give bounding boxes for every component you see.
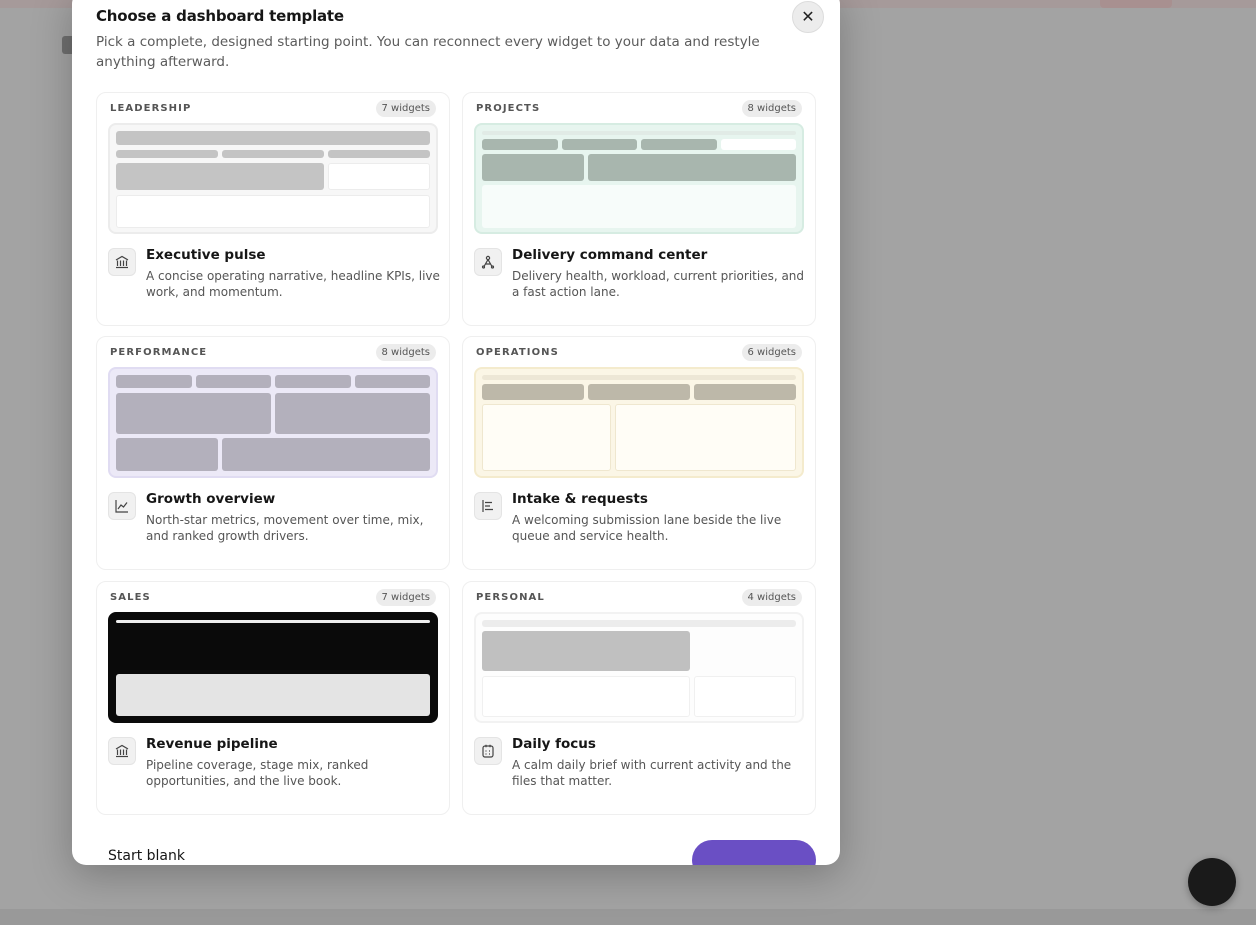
template-card-daily-focus[interactable]: PERSONAL 4 widgets Daily focus A calm da… (462, 581, 816, 815)
template-title: Executive pulse (146, 247, 266, 263)
template-modal: Choose a dashboard template Pick a compl… (72, 0, 840, 865)
template-category: PERFORMANCE (110, 347, 208, 358)
template-description: A welcoming submission lane beside the l… (512, 513, 782, 543)
template-preview (108, 123, 438, 234)
template-card-executive-pulse[interactable]: LEADERSHIP 7 widgets Executive pulse A c… (96, 92, 450, 326)
template-preview (108, 367, 438, 478)
template-description: North-star metrics, movement over time, … (146, 513, 424, 543)
template-title: Growth overview (146, 491, 276, 507)
widget-count-badge: 8 widgets (741, 100, 802, 117)
align-left-icon (474, 492, 502, 520)
template-title: Daily focus (512, 736, 596, 752)
help-fab-button[interactable] (1188, 858, 1236, 906)
widget-count-badge: 7 widgets (375, 589, 436, 606)
template-category: LEADERSHIP (110, 103, 192, 114)
template-card-delivery-command-center[interactable]: PROJECTS 8 widgets Delivery command cent… (462, 92, 816, 326)
close-icon: ✕ (801, 9, 815, 26)
template-title: Intake & requests (512, 491, 648, 507)
widget-count-badge: 6 widgets (741, 344, 802, 361)
widget-count-badge: 8 widgets (375, 344, 436, 361)
template-preview (108, 612, 438, 723)
bank-icon (108, 737, 136, 765)
widget-count-badge: 7 widgets (375, 100, 436, 117)
template-description: Delivery health, workload, current prior… (512, 269, 805, 299)
template-description: A concise operating narrative, headline … (146, 269, 440, 299)
template-preview (474, 612, 804, 723)
template-preview (474, 367, 804, 478)
modal-footer: Start blank (72, 838, 840, 865)
widget-count-badge: 4 widgets (741, 589, 802, 606)
template-card-growth-overview[interactable]: PERFORMANCE 8 widgets Growth overview No… (96, 336, 450, 570)
modal-subtitle: Pick a complete, designed starting point… (96, 34, 760, 70)
route-icon (474, 248, 502, 276)
template-card-intake-requests[interactable]: OPERATIONS 6 widgets Intake & requests A… (462, 336, 816, 570)
close-button[interactable]: ✕ (792, 1, 824, 33)
start-blank-link[interactable]: Start blank (108, 848, 185, 864)
line-chart-icon (108, 492, 136, 520)
background-bottom-strip (0, 909, 1256, 925)
modal-title: Choose a dashboard template (96, 7, 344, 25)
template-description: A calm daily brief with current activity… (512, 758, 792, 788)
use-template-button[interactable] (692, 840, 816, 865)
template-category: OPERATIONS (476, 347, 559, 358)
background-topbar-button (1100, 0, 1172, 8)
template-category: SALES (110, 592, 151, 603)
template-title: Revenue pipeline (146, 736, 278, 752)
template-description: Pipeline coverage, stage mix, ranked opp… (146, 758, 369, 788)
template-preview (474, 123, 804, 234)
template-card-revenue-pipeline[interactable]: SALES 7 widgets Revenue pipeline Pipelin… (96, 581, 450, 815)
template-category: PERSONAL (476, 592, 545, 603)
template-title: Delivery command center (512, 247, 708, 263)
bank-icon (108, 248, 136, 276)
calendar-icon (474, 737, 502, 765)
template-category: PROJECTS (476, 103, 541, 114)
